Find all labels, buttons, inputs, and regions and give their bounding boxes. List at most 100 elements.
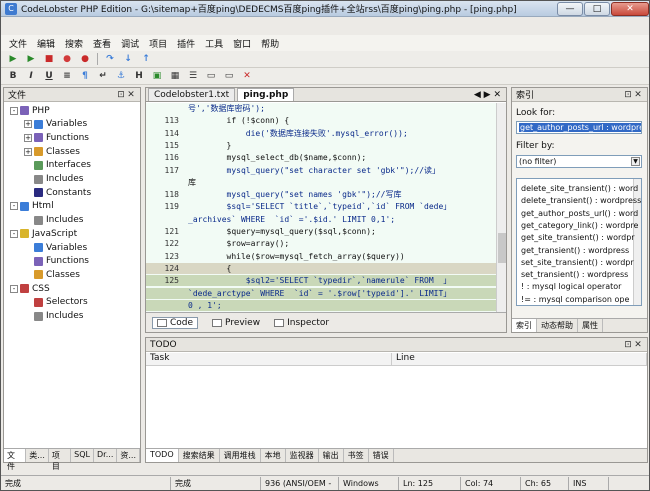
- menu-item[interactable]: 窗口: [233, 37, 251, 50]
- tree-item[interactable]: + Functions: [24, 131, 89, 144]
- code-line[interactable]: 116 mysql_select_db($name,$conn);: [146, 152, 496, 163]
- menu-item[interactable]: 调试: [121, 37, 139, 50]
- delete-icon[interactable]: ✕: [241, 70, 253, 82]
- right-tab[interactable]: 属性: [578, 319, 603, 332]
- left-tab[interactable]: 项目: [49, 449, 72, 471]
- editor-tab[interactable]: ping.php: [237, 88, 295, 101]
- code-line[interactable]: 115 }: [146, 140, 496, 151]
- code-line[interactable]: 117 mysql_query("set character set 'gbk'…: [146, 165, 496, 176]
- list-icon[interactable]: ☰: [187, 70, 199, 82]
- table-icon[interactable]: ▦: [169, 70, 181, 82]
- code-area[interactable]: 号','数据库密码'); 113 if (!$conn) {114 die('数据…: [146, 103, 496, 313]
- index-item[interactable]: != : mysql comparison ope: [521, 294, 629, 305]
- bottom-tab[interactable]: TODO: [146, 449, 179, 462]
- bottom-tab[interactable]: 搜索结果: [179, 449, 220, 462]
- tree-item[interactable]: + Variables: [24, 118, 87, 131]
- menu-item[interactable]: 查看: [93, 37, 111, 50]
- bottom-tab[interactable]: 输出: [319, 449, 344, 462]
- filter-by-select[interactable]: (no filter) ▼: [516, 155, 642, 168]
- textbox-icon[interactable]: ▭: [223, 70, 235, 82]
- bold-icon[interactable]: B: [7, 70, 19, 82]
- menu-item[interactable]: 文件: [9, 37, 27, 50]
- code-line[interactable]: 124 {: [146, 262, 496, 274]
- italic-icon[interactable]: I: [25, 70, 37, 82]
- view-tab[interactable]: Inspector: [274, 318, 329, 328]
- scrollbar-thumb[interactable]: [498, 233, 506, 263]
- close-icon[interactable]: ✕: [633, 90, 643, 100]
- editor-tab[interactable]: Codelobster1.txt: [148, 88, 236, 101]
- tree-item[interactable]: Interfaces: [24, 159, 91, 172]
- code-line[interactable]: 122 $row=array();: [146, 238, 496, 249]
- index-item[interactable]: get_category_link() : wordpre: [521, 220, 638, 232]
- minimize-button[interactable]: —: [557, 1, 583, 16]
- new-file-icon[interactable]: ▶: [7, 53, 19, 65]
- tree-item[interactable]: Classes: [24, 268, 80, 281]
- underline-icon[interactable]: U: [43, 70, 55, 82]
- tree-spacer[interactable]: [24, 243, 32, 252]
- left-tab[interactable]: 资...: [117, 449, 140, 462]
- editor-tab-scroll-icon[interactable]: ◀ ▶ ✕: [469, 89, 506, 101]
- right-tab[interactable]: 动态帮助: [537, 319, 578, 332]
- close-button[interactable]: ✕: [611, 1, 649, 16]
- run-icon[interactable]: ▶: [25, 53, 37, 65]
- code-line[interactable]: 0 , 1';: [146, 299, 496, 311]
- index-item[interactable]: delete_site_transient() : word: [521, 183, 638, 195]
- index-item[interactable]: delete_transient() : wordpress: [521, 195, 641, 207]
- collapse-icon[interactable]: -: [10, 229, 18, 238]
- bottom-tab[interactable]: 本地: [261, 449, 286, 462]
- step-into-icon[interactable]: ↓: [122, 53, 134, 65]
- left-tab[interactable]: 文件: [4, 449, 27, 471]
- pin-icon[interactable]: ⊡: [623, 340, 633, 350]
- anchor-icon[interactable]: ⚓: [115, 70, 127, 82]
- paragraph-icon[interactable]: ¶: [79, 70, 91, 82]
- collapse-icon[interactable]: -: [10, 202, 18, 211]
- view-tab[interactable]: Code: [152, 316, 199, 329]
- column-task[interactable]: Task: [146, 353, 392, 365]
- form-icon[interactable]: ▭: [205, 70, 217, 82]
- code-line[interactable]: 114 die('数据库连接失败'.mysql_error());: [146, 128, 496, 139]
- expand-icon[interactable]: +: [24, 147, 32, 156]
- breakpoint-icon[interactable]: ●: [79, 53, 91, 65]
- index-item[interactable]: get_site_transient() : wordpr: [521, 232, 635, 244]
- tree-item[interactable]: - CSS: [10, 282, 50, 295]
- code-line[interactable]: _archives` WHERE `id` ='.$id.' LIMIT 0,1…: [146, 214, 496, 225]
- left-tab[interactable]: SQL: [71, 449, 95, 462]
- index-item[interactable]: set_transient() : wordpress: [521, 269, 628, 281]
- code-line[interactable]: 号','数据库密码');: [146, 103, 496, 114]
- record-icon[interactable]: ●: [61, 53, 73, 65]
- tree-item[interactable]: + Classes: [24, 145, 80, 158]
- vertical-scrollbar[interactable]: [496, 103, 506, 313]
- code-line[interactable]: 118 mysql_query("set names 'gbk'");//写库: [146, 189, 496, 200]
- tree-item[interactable]: Constants: [24, 186, 91, 199]
- tree-spacer[interactable]: [24, 188, 32, 197]
- index-item[interactable]: get_transient() : wordpress: [521, 245, 629, 257]
- index-item[interactable]: set_site_transient() : wordpr: [521, 257, 634, 269]
- tree-item[interactable]: - JavaScript: [10, 227, 77, 240]
- tree-spacer[interactable]: [24, 161, 32, 170]
- tree-spacer[interactable]: [24, 298, 32, 307]
- tree-item[interactable]: Selectors: [24, 296, 88, 309]
- bottom-tab[interactable]: 调用堆栈: [220, 449, 261, 462]
- expand-icon[interactable]: +: [24, 120, 32, 129]
- left-tab[interactable]: 类...: [26, 449, 49, 462]
- collapse-icon[interactable]: -: [10, 106, 18, 115]
- tree-spacer[interactable]: [24, 216, 32, 225]
- tree-item[interactable]: Variables: [24, 241, 87, 254]
- menu-item[interactable]: 搜索: [65, 37, 83, 50]
- tree-item[interactable]: - PHP: [10, 104, 50, 117]
- close-icon[interactable]: ✕: [126, 90, 136, 100]
- chevron-down-icon[interactable]: ▼: [631, 157, 640, 166]
- code-line[interactable]: 119 $sql='SELECT `title`,`typeid`,`id` F…: [146, 201, 496, 212]
- bottom-tab[interactable]: 书签: [344, 449, 369, 462]
- tree-item[interactable]: Includes: [24, 310, 83, 323]
- view-tab[interactable]: Preview: [212, 318, 260, 328]
- tree-item[interactable]: Includes: [24, 173, 83, 186]
- menu-item[interactable]: 项目: [149, 37, 167, 50]
- code-line[interactable]: `dede_arctype` WHERE `id` = '.$row['type…: [146, 287, 496, 299]
- tree-item[interactable]: Functions: [24, 255, 89, 268]
- left-tab[interactable]: Dr...: [94, 449, 118, 462]
- step-out-icon[interactable]: ↑: [140, 53, 152, 65]
- bottom-tab[interactable]: 错误: [369, 449, 394, 462]
- maximize-button[interactable]: □: [584, 1, 610, 16]
- collapse-icon[interactable]: -: [10, 284, 18, 293]
